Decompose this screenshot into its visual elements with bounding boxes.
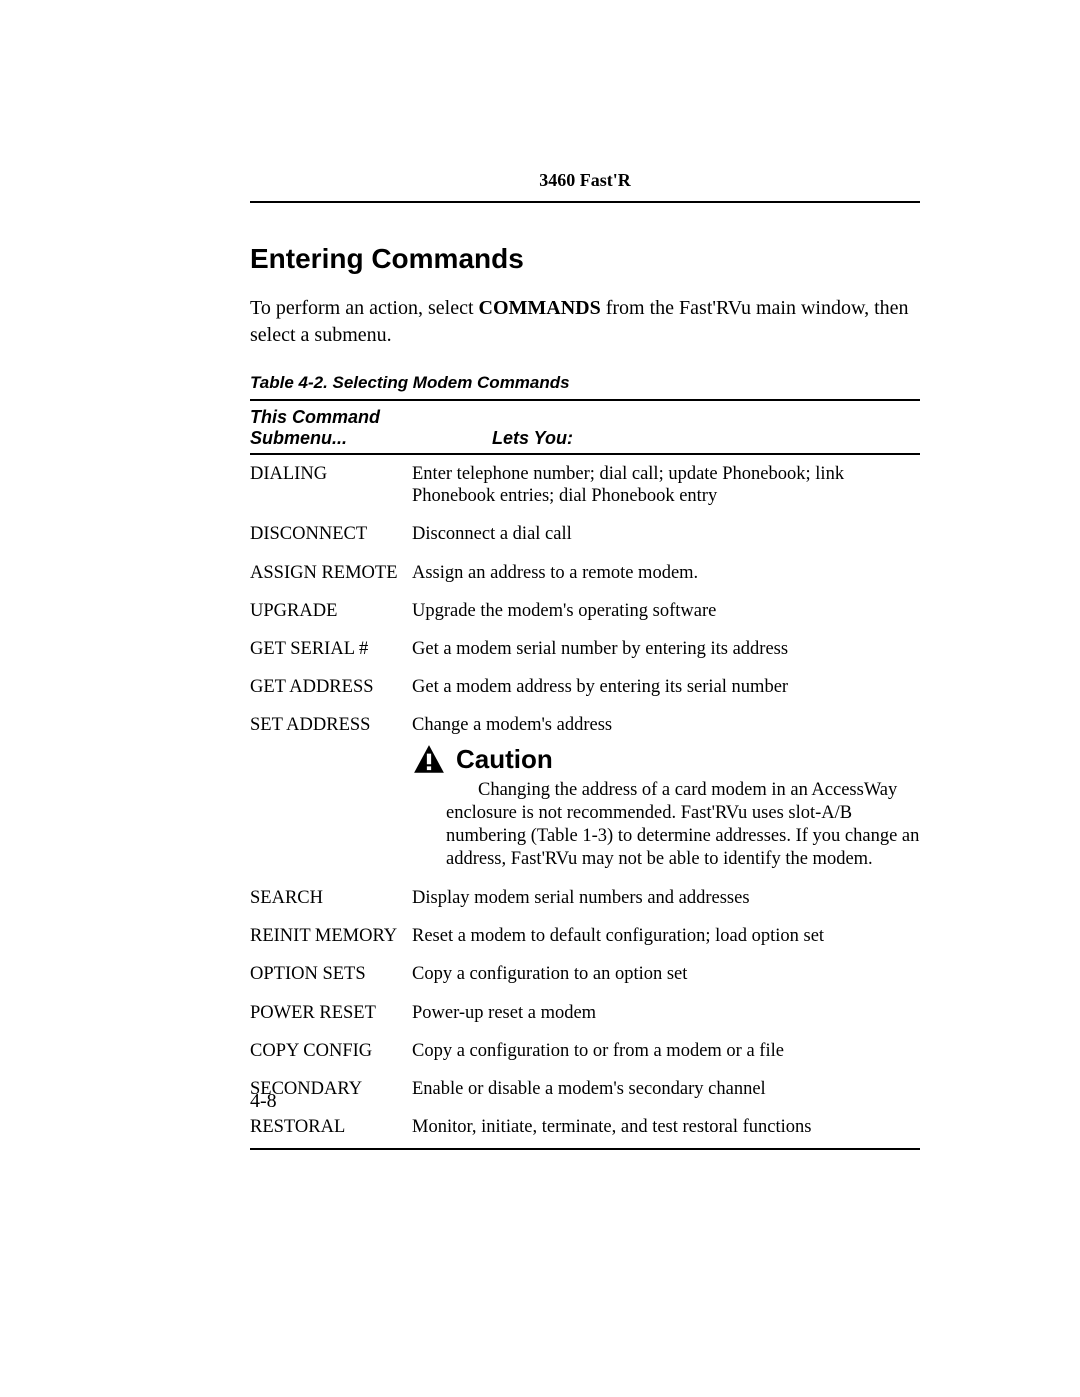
command-name: COPY CONFIG [250,1032,412,1070]
table-row: UPGRADEUpgrade the modem's operating sof… [250,592,920,630]
command-description: Enter telephone number; dial call; updat… [412,454,920,515]
command-description: Change a modem's addressCautionChanging … [412,706,920,879]
command-name: REINIT MEMORY [250,917,412,955]
table-row: DIALINGEnter telephone number; dial call… [250,454,920,515]
section-title: Entering Commands [250,243,920,275]
command-description: Disconnect a dial call [412,515,920,553]
caution-text: Changing the address of a card modem in … [412,779,920,872]
warning-icon [412,743,446,777]
col-header-submenu-line2: Submenu... [250,428,347,448]
col-header-submenu: This Command Submenu... [250,400,412,454]
command-name: RESTORAL [250,1108,412,1149]
command-description: Enable or disable a modem's secondary ch… [412,1070,920,1108]
table-row: GET ADDRESSGet a modem address by enteri… [250,668,920,706]
command-description: Copy a configuration to an option set [412,955,920,993]
command-description: Get a modem serial number by entering it… [412,630,920,668]
table-caption: Table 4-2. Selecting Modem Commands [250,373,920,393]
table-row: OPTION SETSCopy a configuration to an op… [250,955,920,993]
command-description: Assign an address to a remote modem. [412,554,920,592]
intro-bold: COMMANDS [479,297,601,319]
table-row: ASSIGN REMOTEAssign an address to a remo… [250,554,920,592]
command-name: GET ADDRESS [250,668,412,706]
commands-table: This Command Submenu... Lets You: DIALIN… [250,399,920,1150]
command-description: Upgrade the modem's operating software [412,592,920,630]
intro-pre: To perform an action, select [250,297,479,319]
caution-heading: Caution [412,743,920,777]
running-header: 3460 Fast'R [250,170,920,191]
command-description: Reset a modem to default configuration; … [412,917,920,955]
page-number: 4-8 [250,1090,277,1113]
command-name: SET ADDRESS [250,706,412,879]
command-name: ASSIGN REMOTE [250,554,412,592]
page: 3460 Fast'R Entering Commands To perform… [0,0,1080,1150]
command-description: Get a modem address by entering its seri… [412,668,920,706]
command-description: Monitor, initiate, terminate, and test r… [412,1108,920,1149]
table-row: POWER RESETPower-up reset a modem [250,994,920,1032]
command-name: OPTION SETS [250,955,412,993]
table-row: SEARCHDisplay modem serial numbers and a… [250,879,920,917]
command-name: GET SERIAL # [250,630,412,668]
caution-box: Caution Changing the address of a card mo… [412,743,920,872]
caution-label: Caution [456,744,553,775]
intro-paragraph: To perform an action, select COMMANDS fr… [250,295,920,349]
col-header-submenu-line1: This Command [250,407,380,427]
command-name: DIALING [250,454,412,515]
table-row: COPY CONFIGCopy a configuration to or fr… [250,1032,920,1070]
command-description: Display modem serial numbers and address… [412,879,920,917]
col-header-letsyou: Lets You: [412,400,920,454]
command-description: Copy a configuration to or from a modem … [412,1032,920,1070]
command-name: DISCONNECT [250,515,412,553]
command-description: Power-up reset a modem [412,994,920,1032]
table-row: RESTORALMonitor, initiate, terminate, an… [250,1108,920,1149]
table-row: SET ADDRESSChange a modem's addressCauti… [250,706,920,879]
command-name: POWER RESET [250,994,412,1032]
table-row: DISCONNECTDisconnect a dial call [250,515,920,553]
header-rule [250,201,920,203]
table-row: REINIT MEMORYReset a modem to default co… [250,917,920,955]
command-name: UPGRADE [250,592,412,630]
command-name: SEARCH [250,879,412,917]
table-row: SECONDARYEnable or disable a modem's sec… [250,1070,920,1108]
table-row: GET SERIAL #Get a modem serial number by… [250,630,920,668]
